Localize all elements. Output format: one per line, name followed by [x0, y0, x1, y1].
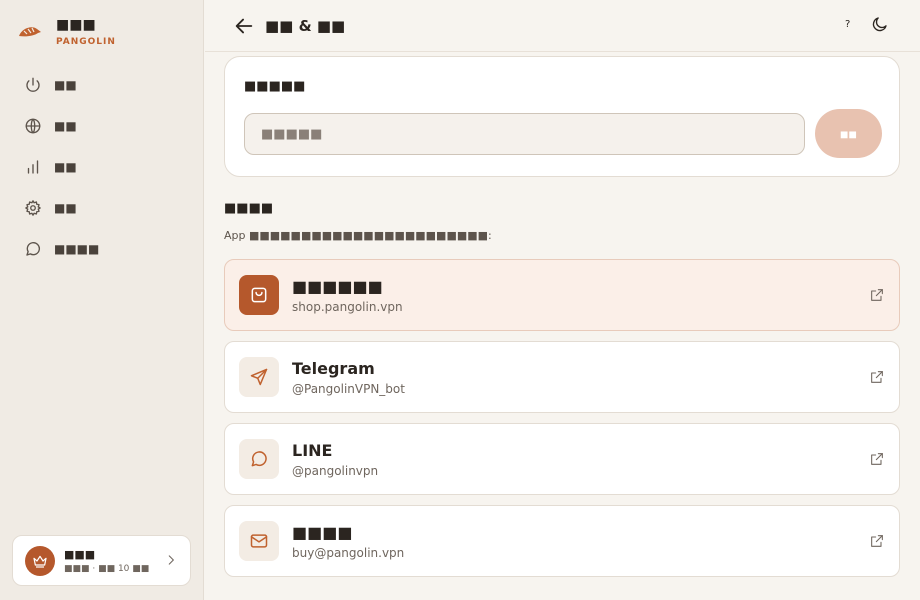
shopping-bag-icon — [251, 287, 267, 303]
sidebar-item-label: ■■ — [54, 159, 77, 174]
external-link-icon — [869, 533, 885, 549]
sidebar-item-settings[interactable]: ■■ — [12, 187, 192, 228]
channel-email[interactable]: ■■■■ buy@pangolin.vpn — [224, 505, 900, 577]
avatar — [25, 545, 55, 576]
channel-name: ■■■■ — [292, 523, 353, 542]
promo-title: ■■■■■ — [244, 79, 306, 94]
theme-toggle-button[interactable] — [871, 15, 891, 35]
sidebar-item-stats[interactable]: ■■ — [12, 146, 192, 187]
channel-detail: shop.pangolin.vpn — [292, 300, 403, 314]
channels-section-description: App ■■■■■■■■■■■■■■■■■■■■■■■: — [224, 229, 492, 242]
sidebar-item-globe[interactable]: ■■ — [12, 105, 192, 146]
channel-icon-box — [239, 357, 279, 397]
bar-chart-icon — [27, 159, 39, 174]
external-link-icon — [869, 369, 885, 385]
promo-code-card: ■■■■■ ■■ — [224, 56, 900, 177]
chevron-right-icon — [168, 555, 175, 565]
channel-shop[interactable]: ■■■■■■ shop.pangolin.vpn — [224, 259, 900, 331]
channel-icon-box — [239, 275, 279, 315]
language-button[interactable]: ? — [845, 19, 850, 30]
channel-name: Telegram — [292, 359, 375, 378]
channel-detail: buy@pangolin.vpn — [292, 546, 405, 560]
plan-meta: ■■■ · ■■ 10 ■■ — [64, 563, 150, 574]
sidebar-item-power[interactable]: ■■ — [12, 64, 192, 105]
power-icon — [26, 77, 40, 92]
crown-icon — [33, 555, 47, 568]
page-title: ■■ & ■■ — [265, 17, 346, 35]
pangolin-logo-icon — [19, 27, 41, 37]
channel-name: ■■■■■■ — [292, 277, 383, 296]
sidebar-item-support[interactable]: ■■■■ — [12, 228, 192, 269]
channel-telegram[interactable]: Telegram @PangolinVPN_bot — [224, 341, 900, 413]
arrow-left-icon — [235, 18, 253, 34]
gear-icon — [25, 199, 41, 216]
chat-bubble-icon — [26, 241, 41, 256]
channel-name: LINE — [292, 441, 333, 460]
back-button[interactable] — [233, 15, 255, 37]
globe-icon — [25, 118, 41, 133]
channels-section-title: ■■■■ — [224, 201, 274, 216]
mail-icon — [250, 534, 268, 548]
sidebar-item-label: ■■ — [54, 118, 77, 133]
channel-icon-box — [239, 521, 279, 561]
channel-detail: @pangolinvpn — [292, 464, 379, 478]
plan-card[interactable]: ■■■ ■■■ · ■■ 10 ■■ — [12, 535, 191, 586]
sidebar: ■■■ PANGOLIN ■■ ■■ ■■ ■■ ■■■■ ■■■ ■■■ · … — [0, 0, 204, 600]
chat-bubble-icon — [251, 451, 267, 467]
brand[interactable]: ■■■ PANGOLIN — [18, 16, 116, 47]
channel-line[interactable]: LINE @pangolinvpn — [224, 423, 900, 495]
external-link-icon — [869, 451, 885, 467]
moon-icon — [872, 17, 887, 32]
brand-subtitle: PANGOLIN — [56, 37, 116, 47]
plan-name: ■■■ — [64, 547, 96, 561]
sidebar-item-label: ■■■■ — [54, 241, 100, 256]
external-link-icon — [869, 287, 885, 303]
channel-detail: @PangolinVPN_bot — [292, 382, 405, 396]
channel-icon-box — [239, 439, 279, 479]
redeem-button[interactable]: ■■ — [815, 109, 882, 158]
sidebar-item-label: ■■ — [54, 200, 77, 215]
sidebar-nav: ■■ ■■ ■■ ■■ ■■■■ — [12, 64, 192, 269]
brand-name: ■■■ — [56, 17, 96, 33]
send-icon — [250, 368, 268, 386]
sidebar-item-label: ■■ — [54, 77, 77, 92]
top-bar: ■■ & ■■ ? — [205, 0, 920, 52]
promo-code-input[interactable] — [244, 113, 805, 155]
